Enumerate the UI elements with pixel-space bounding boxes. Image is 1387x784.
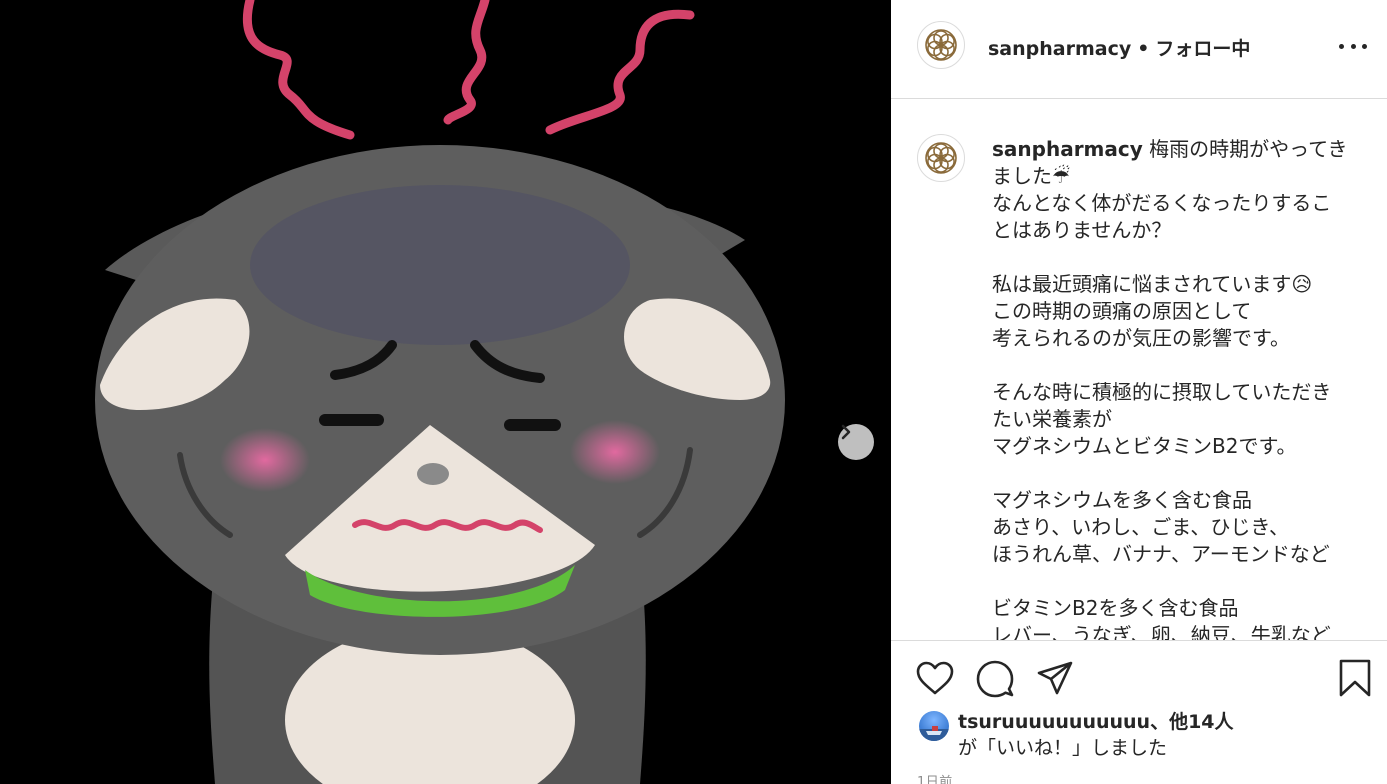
likes-text: tsuruuuuuuuuuuu、他14人 が「いいね！」しました [958, 709, 1378, 761]
caption-line: 私は最近頭痛に悩まされています😥 [992, 272, 1313, 296]
like-button[interactable] [915, 659, 955, 699]
liker-username[interactable]: tsuruuuuuuuuuuu [958, 711, 1150, 733]
caption-line: なんとなく体がだるくなったりするこ [992, 191, 1332, 215]
header-username[interactable]: sanpharmacy [988, 38, 1131, 60]
worried-cat-illustration [95, 0, 785, 784]
caption-line: マグネシウムを多く含む食品 [992, 488, 1252, 512]
post-header: sanpharmacy • フォロー中 [891, 0, 1387, 99]
comment-icon [976, 660, 1014, 698]
chevron-right-icon [841, 424, 851, 440]
caption-avatar[interactable] [917, 134, 965, 182]
share-button[interactable] [1035, 659, 1075, 699]
likes-others[interactable]: 、他14人 [1150, 711, 1233, 733]
share-icon [1037, 661, 1073, 695]
caption-line: マグネシウムとビタミンB2です。 [992, 434, 1297, 458]
follow-status-button[interactable]: フォロー中 [1155, 38, 1250, 60]
save-button[interactable] [1335, 659, 1375, 699]
post-image [0, 0, 891, 784]
caption-line: ビタミンB2を多く含む食品 [992, 596, 1239, 620]
post-caption: sanpharmacy 梅雨の時期がやってき ました☔ なんとなく体がだるくなっ… [992, 136, 1354, 640]
boat-photo-icon [919, 726, 949, 741]
caption-line: ました☔ [992, 164, 1070, 188]
bookmark-icon [1339, 659, 1371, 697]
caption-gap [992, 244, 1354, 271]
header-separator: • [1137, 38, 1150, 60]
liker-avatar[interactable] [919, 711, 949, 741]
caption-line: sanpharmacy 梅雨の時期がやってき [992, 136, 1354, 163]
pharmacy-logo-icon [925, 29, 957, 61]
heart-icon [916, 661, 954, 695]
caption-username[interactable]: sanpharmacy [992, 137, 1143, 161]
caption-line: 考えられるのが気圧の影響です。 [992, 326, 1290, 350]
caption-gap [992, 460, 1354, 487]
pharmacy-logo-icon [925, 142, 957, 174]
post-actions: tsuruuuuuuuuuuu、他14人 が「いいね！」しました 1日前 [891, 640, 1387, 784]
caption-gap [992, 352, 1354, 379]
header-username-line: sanpharmacy • フォロー中 [988, 34, 1250, 61]
caption-text: 梅雨の時期がやってき [1149, 137, 1348, 161]
caption-line: とはありませんか？ [992, 218, 1172, 242]
caption-line: この時期の頭痛の原因として [992, 299, 1252, 323]
caption-scroll-area[interactable]: sanpharmacy 梅雨の時期がやってき ました☔ なんとなく体がだるくなっ… [891, 100, 1387, 640]
more-options-icon[interactable] [1339, 36, 1367, 56]
caption-gap [992, 568, 1354, 595]
caption-line: たい栄養素が [992, 407, 1112, 431]
caption-line: レバー、うなぎ、卵、納豆、牛乳など [992, 623, 1331, 640]
caption-line: そんな時に積極的に摂取していただき [992, 380, 1332, 404]
caption-line: ほうれん草、バナナ、アーモンドなど [992, 542, 1330, 566]
profile-avatar[interactable] [917, 21, 965, 69]
likes-suffix: が「いいね！」しました [958, 737, 1168, 759]
caption-line: あさり、いわし、ごま、ひじき、 [992, 515, 1289, 539]
post-timestamp[interactable]: 1日前 [917, 771, 953, 784]
post-side-panel: sanpharmacy • フォロー中 sanpharmacy 梅雨の時期がやってき [891, 0, 1387, 784]
comment-button[interactable] [975, 659, 1015, 699]
next-image-button[interactable] [838, 424, 874, 460]
